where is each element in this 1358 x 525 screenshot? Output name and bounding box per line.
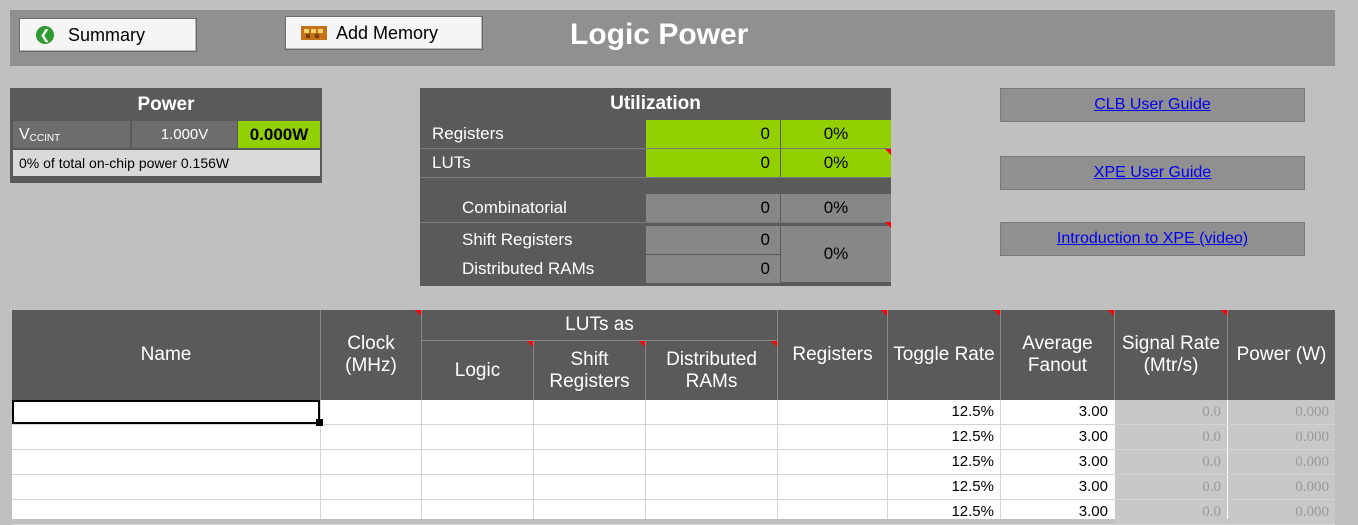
util-value-distributed-rams: 0 <box>646 255 780 283</box>
page-title: Logic Power <box>570 18 749 51</box>
util-label-registers: Registers <box>432 124 504 143</box>
signal-rate-cell: 0.0 <box>1115 475 1227 499</box>
table-row[interactable]: 12.5% 3.00 0.0 0.000 <box>12 450 1335 475</box>
util-pct-combinatorial: 0% <box>781 194 891 222</box>
intro-video-link[interactable]: Introduction to XPE (video) <box>1000 222 1305 256</box>
fanout-cell[interactable]: 3.00 <box>1001 400 1114 424</box>
toggle-rate-cell[interactable]: 12.5% <box>888 450 1000 474</box>
table-header: Name Clock (MHz) LUTs as Logic Shift Reg… <box>12 310 1335 400</box>
fanout-cell[interactable]: 3.00 <box>1001 500 1114 524</box>
util-value-luts: 0 <box>646 149 780 177</box>
util-label-combinatorial: Combinatorial <box>462 198 567 217</box>
power-cell: 0.000 <box>1228 425 1335 449</box>
memory-chip-icon <box>301 26 327 40</box>
util-pct-registers: 0% <box>781 120 891 148</box>
util-pct-shared: 0% <box>781 226 891 282</box>
header-registers: Registers <box>792 344 873 365</box>
power-cell: 0.000 <box>1228 450 1335 474</box>
power-cell: 0.000 <box>1228 500 1335 524</box>
toggle-rate-cell[interactable]: 12.5% <box>888 500 1000 524</box>
utilization-panel: Utilization Registers 0 0% LUTs 0 0% Com… <box>420 88 891 286</box>
comment-marker[interactable] <box>885 149 891 155</box>
table-row[interactable]: 12.5% 3.00 0.0 0.000 <box>12 425 1335 450</box>
signal-rate-cell: 0.0 <box>1115 425 1227 449</box>
summary-button[interactable]: ❮ Summary <box>19 18 197 52</box>
supply-power: 0.000W <box>238 121 320 148</box>
util-label-luts: LUTs <box>432 153 471 172</box>
back-arrow-icon: ❮ <box>36 26 54 44</box>
fanout-cell[interactable]: 3.00 <box>1001 425 1114 449</box>
header-luts-as: LUTs as <box>565 314 634 335</box>
supply-voltage: 1.000V <box>132 121 237 148</box>
fill-handle[interactable] <box>316 419 323 426</box>
selected-name-cell[interactable] <box>12 400 320 424</box>
signal-rate-cell: 0.0 <box>1115 450 1227 474</box>
power-cell: 0.000 <box>1228 475 1335 499</box>
power-panel: Power VCCINT 1.000V 0.000W 0% of total o… <box>10 88 322 183</box>
signal-rate-cell: 0.0 <box>1115 400 1227 424</box>
xpe-user-guide-link[interactable]: XPE User Guide <box>1000 156 1305 190</box>
utilization-title: Utilization <box>610 93 701 114</box>
add-memory-button[interactable]: Add Memory <box>285 16 483 50</box>
intro-video-text[interactable]: Introduction to XPE (video) <box>1057 230 1248 247</box>
toggle-rate-cell[interactable]: 12.5% <box>888 475 1000 499</box>
divider <box>420 222 891 223</box>
clb-user-guide-link[interactable]: CLB User Guide <box>1000 88 1305 122</box>
fanout-cell[interactable]: 3.00 <box>1001 475 1114 499</box>
header-toggle-rate: Toggle Rate <box>893 344 995 365</box>
divider <box>420 177 891 178</box>
power-cell: 0.000 <box>1228 400 1335 424</box>
power-note: 0% of total on-chip power 0.156W <box>13 150 320 176</box>
util-value-combinatorial: 0 <box>646 194 780 222</box>
signal-rate-cell: 0.0 <box>1115 500 1227 524</box>
table-row[interactable]: 12.5% 3.00 0.0 0.000 <box>12 475 1335 500</box>
xpe-user-guide-text[interactable]: XPE User Guide <box>1094 164 1211 181</box>
power-panel-title: Power <box>137 94 195 115</box>
add-memory-button-label: Add Memory <box>336 22 439 43</box>
header-power: Power (W) <box>1236 344 1327 365</box>
util-pct-luts: 0% <box>781 149 891 177</box>
toggle-rate-cell[interactable]: 12.5% <box>888 425 1000 449</box>
header-distributed-rams: Distributed RAMs <box>666 348 757 392</box>
header-logic: Logic <box>454 359 501 381</box>
supply-name: VCCINT <box>13 121 130 148</box>
table-row[interactable]: 12.5% 3.00 0.0 0.000 <box>12 500 1335 525</box>
header-average-fanout: Average Fanout <box>1022 333 1093 376</box>
util-label-shift-registers: Shift Registers <box>462 230 573 249</box>
summary-button-label: Summary <box>68 24 146 45</box>
util-label-distributed-rams: Distributed RAMs <box>462 259 595 278</box>
util-value-registers: 0 <box>646 120 780 148</box>
comment-marker[interactable] <box>885 222 891 228</box>
header-name: Name <box>140 344 192 365</box>
util-value-shift-registers: 0 <box>646 226 780 254</box>
clb-user-guide-text[interactable]: CLB User Guide <box>1094 96 1211 113</box>
header-shift-registers: Shift Registers <box>549 348 630 392</box>
toolbar: ❮ Summary Add Memory Logic Power <box>10 10 1335 66</box>
toggle-rate-cell[interactable]: 12.5% <box>888 400 1000 424</box>
fanout-cell[interactable]: 3.00 <box>1001 450 1114 474</box>
header-signal-rate: Signal Rate (Mtr/s) <box>1121 333 1221 376</box>
header-clock: Clock (MHz) <box>345 333 397 376</box>
